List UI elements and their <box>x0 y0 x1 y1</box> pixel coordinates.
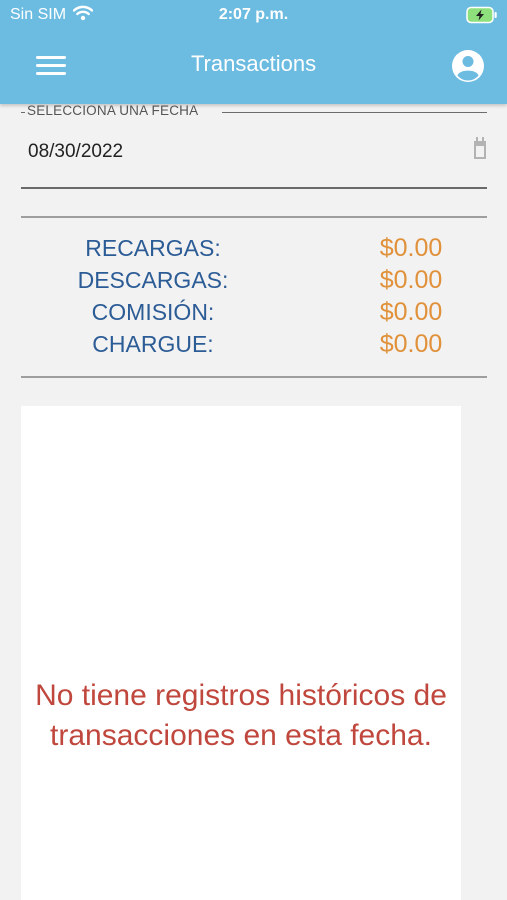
summary-amount: $0.00 <box>379 330 443 358</box>
summary-amount: $0.00 <box>379 298 443 326</box>
summary-label: DESCARGAS: <box>77 267 229 293</box>
summary-row-recargas: RECARGAS: $0.00 <box>21 233 487 265</box>
user-circle-icon <box>452 50 484 82</box>
transactions-list[interactable]: No tiene registros históricos de transac… <box>21 406 461 900</box>
battery-charging-icon <box>466 6 498 29</box>
summary-label: CHARGUE: <box>92 331 214 357</box>
summary-label: COMISIÓN: <box>91 299 215 325</box>
section-divider <box>21 376 487 378</box>
summary-panel: RECARGAS: $0.00 DESCARGAS: $0.00 COMISIÓ… <box>21 233 487 361</box>
calendar-icon[interactable] <box>473 136 487 160</box>
date-field-value[interactable]: 08/30/2022 <box>28 141 123 163</box>
empty-state-message: No tiene registros históricos de transac… <box>35 679 447 752</box>
status-bar: Sin SIM 2:07 p.m. <box>0 0 507 32</box>
summary-row-chargue: CHARGUE: $0.00 <box>21 329 487 361</box>
summary-label: RECARGAS: <box>85 235 221 261</box>
app-header: Sin SIM 2:07 p.m. Transactions <box>0 0 507 104</box>
profile-button[interactable] <box>450 48 486 84</box>
summary-row-comision: COMISIÓN: $0.00 <box>21 297 487 329</box>
nav-bar: Transactions <box>0 32 507 104</box>
date-field-label: SELECCIONA UNA FECHA <box>27 103 199 118</box>
date-picker-field[interactable]: SELECCIONA UNA FECHA 08/30/2022 <box>21 103 487 189</box>
status-time: 2:07 p.m. <box>218 6 289 23</box>
page-title: Transactions <box>190 51 317 76</box>
field-underline <box>21 187 487 189</box>
summary-amount: $0.00 <box>379 266 443 294</box>
section-divider <box>21 216 487 218</box>
summary-row-descargas: DESCARGAS: $0.00 <box>21 265 487 297</box>
summary-amount: $0.00 <box>379 234 443 262</box>
field-outline <box>222 112 487 113</box>
field-outline <box>21 112 25 113</box>
